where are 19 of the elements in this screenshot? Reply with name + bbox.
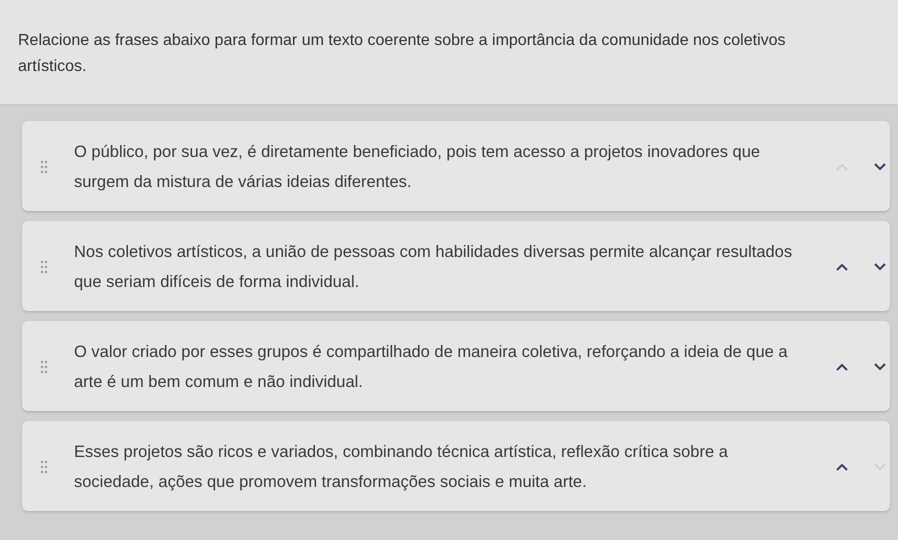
chevron-up-icon bbox=[836, 463, 848, 471]
question-text: Relacione as frases abaixo para formar um texto coerente sobre a importância da comunidade nos coletivos artísticos. bbox=[18, 31, 787, 77]
sortable-card[interactable]: Esses projetos são ricos e variados, combinando técnica artística, reflexão crítica sobre a sociedade, ações que promovem transformações sociais e muita arte. bbox=[22, 421, 890, 511]
drag-handle-icon[interactable] bbox=[40, 360, 48, 374]
chevron-up-icon bbox=[836, 263, 848, 271]
sortable-card[interactable]: O público, por sua vez, é diretamente beneficiado, pois tem acesso a projetos inovadores que surgem da mistura de várias ideias diferentes. bbox=[22, 121, 890, 211]
chevron-down-icon bbox=[874, 163, 886, 171]
drag-handle-icon[interactable] bbox=[40, 160, 48, 174]
chevron-down-icon bbox=[874, 263, 886, 271]
sentence-text: O público, por sua vez, é diretamente beneficiado, pois tem acesso a projetos inovadores que surgem da mistura de várias ideias diferentes. bbox=[74, 142, 762, 193]
sortable-card[interactable]: Nos coletivos artísticos, a união de pessoas com habilidades diversas permite alcançar resultados que seriam difíceis de forma individual. bbox=[22, 221, 890, 311]
sentence-text: O valor criado por esses grupos é compartilhado de maneira coletiva, reforçando a ideia de que a arte é um bem comum e não individual. bbox=[74, 342, 789, 393]
drag-handle-icon[interactable] bbox=[40, 460, 48, 474]
sentence-text: Esses projetos são ricos e variados, combinando técnica artística, reflexão crítica sobre a sociedade, ações que promovem transformações sociais e muita arte. bbox=[74, 442, 729, 493]
drag-handle-icon[interactable] bbox=[40, 260, 48, 274]
sentence-text: Nos coletivos artísticos, a união de pessoas com habilidades diversas permite alcançar resultados que seriam difíceis de forma individual. bbox=[74, 242, 794, 293]
sortable-card[interactable]: O valor criado por esses grupos é compartilhado de maneira coletiva, reforçando a ideia de que a arte é um bem comum e não individual. bbox=[22, 321, 890, 411]
chevron-up-icon bbox=[836, 363, 848, 371]
chevron-down-icon bbox=[874, 363, 886, 371]
